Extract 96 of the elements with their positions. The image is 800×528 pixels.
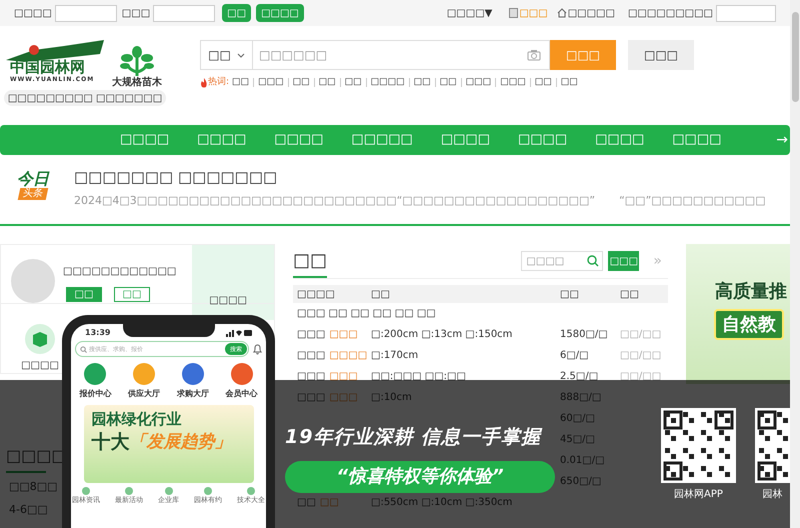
table-cell-text: □:10cm [371,391,413,405]
status-icons [226,328,252,336]
ad-title: 高质量推 [715,280,787,304]
hot-words-label: 热词: [208,76,230,89]
table-cell-text: □□□ [297,370,326,384]
flame-icon [200,78,208,88]
hot-word-link[interactable]: □□□ [258,76,284,90]
text-field[interactable] [716,4,776,22]
table-cell-text: □□/□□ [620,370,662,384]
panel-label: □□□□ [209,294,247,308]
table-cell-text: □□/□□ [620,349,662,363]
tab-icon [82,487,90,495]
headline-summary: 2024□4□3□□□□□□□□□□□□□□□□□□□□□□□□□“□□□□□□□□□□□□□□□□□□” [74,193,596,209]
hot-word-link[interactable]: □□ [560,76,578,90]
hot-word-link[interactable]: □□□ [500,76,526,90]
field-label: □□□□ [14,6,52,20]
badge-label: 头条 [18,188,48,200]
table-cell-text: □□□ [297,328,326,342]
table-cell-text: 650□/□ [560,475,602,489]
camera-icon[interactable] [527,49,541,61]
table-cell-text: □:200cm □:13cm □:150cm [371,328,514,342]
hot-word-link[interactable]: □□ [440,76,457,90]
table-cell-text: □□□ □□ □□ □□ □□ □□ [297,307,436,321]
table-cell-text: 6□/□ [560,349,590,363]
hot-word-link[interactable]: □□ [292,76,310,90]
header-link[interactable]: □□□□□ [556,6,615,20]
column-header: □□ [371,288,391,302]
hot-word-link[interactable]: □□ [318,76,336,90]
hot-word-link[interactable]: □□ [534,76,552,90]
search-field[interactable]: □□□□ [521,251,604,271]
phone-icon [509,8,518,18]
table-cell-text: □□□ [297,391,326,405]
tree-icon [117,46,157,78]
scrollbar-thumb[interactable] [792,12,798,102]
qr-label: 园林网APP [674,488,723,502]
column-header: □□ [560,288,580,302]
search-field[interactable]: □□ □□□□□□ [200,40,550,70]
app-shortcut[interactable]: 报价中心 [71,363,120,400]
headline-summary: “□□”□□□□□□□□□□□ [619,193,766,209]
headline-title[interactable]: □□□□□□□ □□□□□□□ [74,167,766,187]
table-cell-text: □□:□□□ □□:□□ [371,370,467,384]
app-shortcut[interactable]: 供应大厅 [120,363,168,400]
table-cell-text: □□□ [297,349,326,363]
register-button[interactable]: □□ [114,287,150,302]
table-cell-text: 0.01□/□ [560,454,606,468]
hot-word-link[interactable]: □□ [232,76,250,90]
tab-icon [247,487,255,495]
scrollbar[interactable] [790,0,800,528]
chevron-down-icon [236,52,245,58]
table-cell-text: 2.5□/□ [560,370,600,384]
tab-icon [125,487,133,495]
table-cell-text: □:550cm □:10cm □:350cm [371,496,514,510]
shortcut-link[interactable]: □□□□ [17,324,63,373]
table-cell-text: 888□/□ [560,391,602,405]
section-tab[interactable]: □□ [293,247,328,278]
tab-icon [164,487,172,495]
banner-text: 十大 [92,430,130,454]
table-cell-text: 45□/□ [560,433,596,447]
publish-button[interactable]: □□□ [628,40,694,70]
badge-text: 今日 [17,171,49,187]
hot-word-link[interactable]: □□□□ [370,76,405,90]
slogan: □□□□□□□□□ □□□□□□□ [4,90,166,106]
text-field[interactable] [153,4,216,22]
banner-highlight: 「发展趋势」 [130,432,232,454]
logo-tagline: 大规格苗木 [112,78,162,88]
banner-title: 园林绿化行业 [92,410,182,429]
avatar [11,259,55,303]
greeting-text: □□□□□□□□□□□□ [63,265,176,279]
box-icon [25,324,55,354]
search-icon [80,346,87,352]
table-cell-text: □□/□□ [620,328,662,342]
promo-headline: 19年行业深耕 信息一手掌握 [285,425,544,450]
table-cell-text: 1580□/□ [560,328,609,342]
status-time: 13:39 [85,326,110,338]
column-header: □□□□ [297,288,336,302]
promo-offer: “惊喜特权等你体验” [285,460,555,492]
table-cell-text: 60□/□ [560,412,596,426]
dropdown-menu[interactable]: □□□□▼ [446,6,492,20]
hot-word-link[interactable]: □□ [344,76,362,90]
text-field[interactable] [54,4,117,22]
column-header: □□ [620,288,640,302]
field-label: □□□□□□□□□ [628,6,713,20]
app-shortcut[interactable]: 会员中心 [217,363,266,400]
field-label: □□□ [122,6,150,20]
home-icon [556,8,567,18]
ad-subtitle: 自然教 [714,309,784,340]
hot-word-link[interactable]: □□ [414,76,431,90]
bell-icon [253,344,262,354]
search-icon [587,255,600,267]
app-shortcut[interactable]: 求购大厅 [168,363,218,400]
qr-label: 园林 [762,488,782,502]
tab-icon [204,487,212,495]
table-cell-text: □□ [297,496,316,510]
category-select[interactable]: □□ [201,41,253,69]
hot-word-link[interactable]: □□□ [466,76,492,90]
table-cell-text: □:170cm [371,349,420,363]
